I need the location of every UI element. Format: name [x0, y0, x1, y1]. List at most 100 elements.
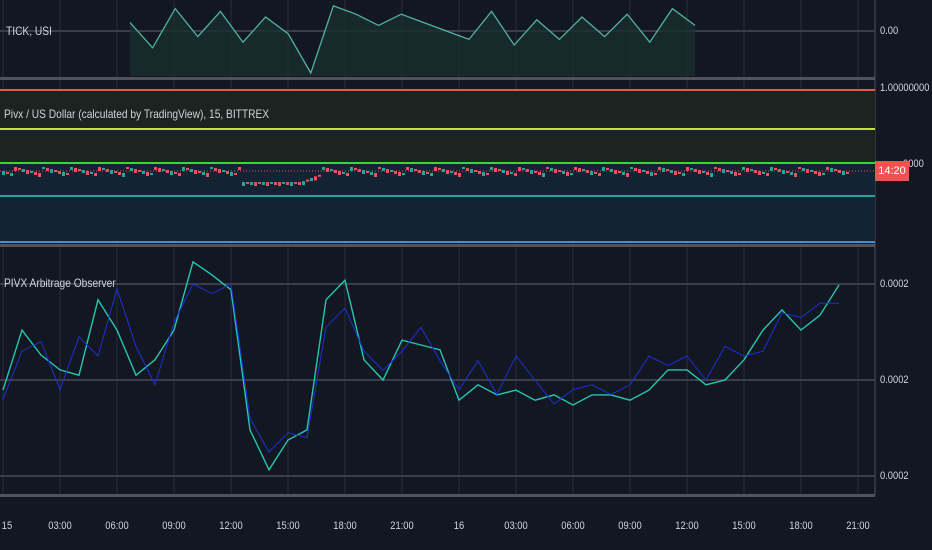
candle	[170, 171, 173, 175]
candle	[222, 170, 225, 172]
candle	[246, 182, 249, 184]
candle	[770, 167, 773, 171]
candle	[106, 169, 109, 172]
price-panel-title: Pivx / US Dollar (calculated by TradingV…	[4, 107, 270, 121]
candle	[558, 170, 561, 172]
candle	[374, 173, 377, 177]
candle	[142, 171, 145, 174]
candle	[706, 172, 709, 175]
panel-separator	[0, 494, 875, 497]
candle	[530, 170, 533, 174]
candle	[174, 172, 177, 174]
candle	[538, 172, 541, 175]
candle	[702, 171, 705, 173]
time-axis-label: 21:00	[390, 520, 414, 532]
candle	[318, 174, 321, 177]
candle	[342, 172, 345, 174]
candle	[534, 171, 537, 173]
candle	[550, 168, 553, 171]
candle	[630, 167, 633, 169]
candle	[398, 172, 401, 176]
candle	[474, 170, 477, 172]
candle	[598, 173, 601, 176]
candle	[218, 169, 221, 173]
candle	[214, 168, 217, 171]
candle	[18, 168, 21, 170]
candle	[314, 176, 317, 181]
candle	[670, 170, 673, 173]
candle	[446, 170, 449, 174]
candle	[14, 167, 17, 171]
candle	[406, 167, 409, 170]
candle	[190, 169, 193, 172]
candle	[306, 179, 309, 182]
candle	[718, 168, 721, 171]
time-axis-label: 18:00	[333, 520, 357, 532]
candle	[82, 170, 85, 173]
candle	[574, 167, 577, 170]
tick-axis-label: 0.00	[880, 25, 899, 37]
candle	[182, 167, 185, 171]
candle	[430, 173, 433, 176]
candle	[690, 168, 693, 170]
candle	[302, 181, 305, 186]
candle	[198, 171, 201, 173]
candle	[438, 168, 441, 170]
candle	[250, 182, 253, 185]
candle	[122, 173, 125, 177]
candle	[778, 169, 781, 172]
candle	[798, 167, 801, 169]
candle	[286, 182, 289, 185]
candle	[470, 169, 473, 173]
candle	[378, 167, 381, 169]
candle	[58, 171, 61, 174]
candle	[502, 170, 505, 173]
candle	[70, 167, 73, 170]
candle	[818, 172, 821, 176]
chart-canvas[interactable]	[0, 0, 932, 550]
candle	[466, 168, 469, 171]
candle	[354, 168, 357, 170]
candle	[202, 172, 205, 175]
candle	[838, 170, 841, 173]
candle	[478, 171, 481, 174]
candle	[766, 173, 769, 176]
candle	[822, 173, 825, 175]
candle	[626, 173, 629, 177]
candle	[154, 167, 157, 170]
candle	[134, 169, 137, 173]
time-axis-label: 03:00	[48, 520, 72, 532]
candle	[710, 173, 713, 177]
candle	[158, 168, 161, 172]
candle	[98, 167, 101, 171]
candle	[102, 168, 105, 170]
candle	[542, 173, 545, 177]
candle	[162, 169, 165, 171]
candle	[814, 171, 817, 174]
price-axis-top: 1.00000000	[880, 82, 930, 94]
candle	[46, 168, 49, 171]
candle	[682, 173, 685, 176]
candle	[390, 170, 393, 172]
candle	[518, 167, 521, 171]
candle	[462, 167, 465, 169]
candle	[290, 182, 293, 186]
candle	[726, 170, 729, 172]
candle	[338, 171, 341, 175]
candle	[38, 173, 41, 177]
candle	[694, 169, 697, 172]
candle	[442, 169, 445, 172]
last-price-badge: 14:20	[875, 161, 909, 181]
candle	[262, 182, 265, 185]
candle	[310, 178, 313, 181]
candle	[458, 173, 461, 177]
candle	[638, 169, 641, 173]
candle	[434, 167, 437, 171]
candle	[114, 171, 117, 173]
candle	[554, 169, 557, 173]
candle	[330, 169, 333, 171]
candle	[50, 169, 53, 173]
candle	[242, 182, 245, 186]
candle	[254, 182, 257, 186]
candle	[270, 182, 273, 184]
